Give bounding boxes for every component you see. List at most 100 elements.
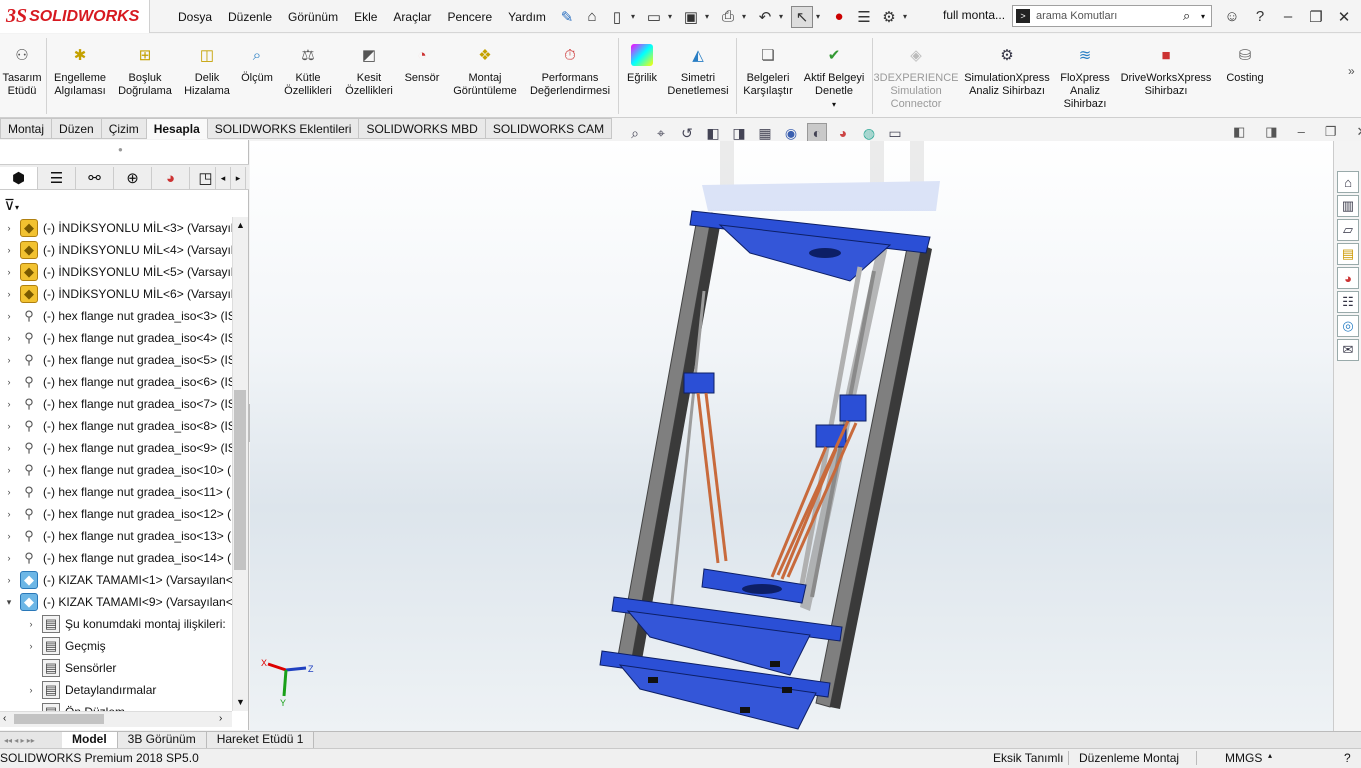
unit-system-selector[interactable]: MMGS: [1196, 751, 1262, 765]
task-pane-design-library-icon[interactable]: ▱: [1337, 219, 1359, 241]
tree-item[interactable]: › ◆ (-) KIZAK TAMAMI<1> (Varsayılan<: [0, 569, 232, 591]
expand-arrow-icon[interactable]: ›: [2, 443, 16, 453]
tree-filter-icon[interactable]: ⊽▾: [4, 196, 34, 214]
scroll-right-icon[interactable]: ›: [219, 713, 222, 724]
tree-item[interactable]: › ⚲ (-) hex flange nut gradea_iso<14> (: [0, 547, 232, 569]
tree-item[interactable]: › ⚲ (-) hex flange nut gradea_iso<4> (IS: [0, 327, 233, 349]
tree-item[interactable]: › ▤ Detaylandırmalar: [0, 679, 232, 701]
tab-cam[interactable]: SOLIDWORKS CAM: [485, 118, 613, 139]
tile-right-icon[interactable]: ◨: [1265, 124, 1277, 140]
task-pane-custom-properties-icon[interactable]: ☷: [1337, 291, 1359, 313]
save-dropdown-icon[interactable]: ▾: [705, 12, 714, 21]
restore-icon[interactable]: ❐: [1304, 8, 1328, 26]
tree-item[interactable]: › ▤ Geçmiş: [0, 635, 232, 657]
expand-arrow-icon[interactable]: ›: [2, 223, 16, 233]
new-document-icon[interactable]: ▯: [606, 6, 628, 28]
tab-mbd[interactable]: SOLIDWORKS MBD: [359, 118, 486, 139]
tree-item[interactable]: ▤Ön Düzlem: [0, 701, 232, 711]
task-pane-home-icon[interactable]: ⌂: [1337, 171, 1359, 193]
minimize-icon[interactable]: –: [1276, 8, 1300, 25]
expand-arrow-icon[interactable]: ›: [2, 245, 16, 255]
scroll-left-icon[interactable]: ‹: [3, 713, 6, 724]
edit-appearance-icon[interactable]: ◕: [833, 123, 853, 143]
task-pane-chat-icon[interactable]: ✉: [1337, 339, 1359, 361]
select-dropdown-icon[interactable]: ▾: [816, 12, 825, 21]
menu-file[interactable]: Dosya: [170, 10, 220, 24]
tree-item[interactable]: ▤ Sensörler: [0, 657, 232, 679]
expand-arrow-icon[interactable]: ›: [2, 267, 16, 277]
tree-item[interactable]: › ⚲ (-) hex flange nut gradea_iso<7> (IS: [0, 393, 233, 415]
viewport-restore-icon[interactable]: ❐: [1325, 124, 1337, 140]
menu-window[interactable]: Pencere: [439, 10, 500, 24]
menu-tools[interactable]: Araçlar: [385, 10, 439, 24]
mass-properties-button[interactable]: ⚖ Kütle Özellikleri: [282, 44, 334, 98]
menu-edit[interactable]: Düzenle: [220, 10, 280, 24]
tree-item[interactable]: › ▤ Şu konumdaki montaj ilişkileri:: [0, 613, 232, 635]
tree-item[interactable]: › ⚲ (-) hex flange nut gradea_iso<3> (IS: [0, 305, 233, 327]
units-dropdown-icon[interactable]: ▴: [1268, 751, 1272, 760]
active-check-dropdown-icon[interactable]: ▾: [832, 98, 836, 111]
new-dropdown-icon[interactable]: ▾: [631, 12, 640, 21]
tree-item[interactable]: › ◆ (-) İNDİKSYONLU MİL<6> (Varsayıla: [0, 283, 232, 305]
hide-show-items-icon[interactable]: ◐: [807, 123, 827, 143]
delta-printer-model[interactable]: [250, 141, 1333, 731]
expand-arrow-icon[interactable]: ›: [2, 531, 16, 541]
motion-study-button[interactable]: ⚇ Tasarım Etüdü: [2, 44, 42, 98]
options-gear-icon[interactable]: ⚙: [878, 6, 900, 28]
section-properties-button[interactable]: ◩ Kesit Özellikleri: [342, 44, 396, 98]
view-settings-icon[interactable]: ▭: [885, 123, 905, 143]
dimxpert-tab-icon[interactable]: ⊕: [114, 167, 152, 189]
undo-dropdown-icon[interactable]: ▾: [779, 12, 788, 21]
property-manager-tab-icon[interactable]: ☰: [38, 167, 76, 189]
tree-item[interactable]: › ⚲ (-) hex flange nut gradea_iso<10> (: [0, 459, 232, 481]
expand-arrow-icon[interactable]: ›: [2, 465, 16, 475]
expand-arrow-icon[interactable]: ›: [2, 311, 16, 321]
search-dropdown-icon[interactable]: ▾: [1201, 12, 1211, 21]
zoom-to-fit-icon[interactable]: ⌕: [625, 123, 645, 143]
tab-sketch[interactable]: Çizim: [101, 118, 147, 139]
open-folder-icon[interactable]: ▭: [643, 6, 665, 28]
print-icon[interactable]: ⎙: [717, 6, 739, 28]
tree-vertical-scroll-thumb[interactable]: [234, 390, 246, 570]
expand-arrow-icon[interactable]: ›: [2, 575, 16, 585]
clearance-verification-button[interactable]: ⊞ Boşluk Doğrulama: [114, 44, 176, 98]
tab-model[interactable]: Model: [62, 732, 118, 748]
expand-arrow-icon[interactable]: ›: [2, 487, 16, 497]
expand-arrow-icon[interactable]: ›: [2, 553, 16, 563]
scroll-down-icon[interactable]: ▼: [236, 697, 245, 707]
tab-assembly[interactable]: Montaj: [0, 118, 53, 139]
expand-arrow-icon[interactable]: ›: [24, 685, 38, 695]
curvature-button[interactable]: Eğrilik: [622, 44, 662, 85]
tree-item[interactable]: › ◆ (-) İNDİKSYONLU MİL<4> (Varsayıla: [0, 239, 232, 261]
expand-arrow-icon[interactable]: ›: [2, 421, 16, 431]
pin-icon[interactable]: ✎: [556, 6, 578, 28]
tab-nav-arrows-icon[interactable]: ◂◂ ◂ ▸ ▸▸: [0, 732, 62, 748]
tile-left-icon[interactable]: ◧: [1233, 124, 1245, 140]
task-pane-appearances-icon[interactable]: ◕: [1337, 267, 1359, 289]
tree-item[interactable]: › ⚲ (-) hex flange nut gradea_iso<13> (: [0, 525, 232, 547]
hole-alignment-button[interactable]: ◫ Delik Hizalama: [182, 44, 232, 98]
check-active-document-button[interactable]: ✔ Aktif Belgeyi Denetle ▾: [800, 44, 868, 111]
status-help-icon[interactable]: ?: [1344, 751, 1351, 765]
viewport-close-icon[interactable]: ✕: [1356, 124, 1361, 140]
costing-button[interactable]: ⛁ Costing: [1222, 44, 1268, 85]
graphics-area[interactable]: [250, 141, 1333, 731]
expand-arrow-icon[interactable]: ›: [2, 509, 16, 519]
tree-item[interactable]: › ⚲ (-) hex flange nut gradea_iso<11> (: [0, 481, 232, 503]
tree-item[interactable]: › ◆ (-) İNDİKSYONLU MİL<3> (Varsayıla: [0, 217, 232, 239]
tree-item[interactable]: › ⚲ (-) hex flange nut gradea_iso<12> (: [0, 503, 232, 525]
expand-arrow-icon[interactable]: ›: [2, 355, 16, 365]
save-icon[interactable]: ▣: [680, 6, 702, 28]
simulationxpress-button[interactable]: ⚙ SimulationXpress Analiz Sihirbazı: [960, 44, 1054, 98]
view-orientation-icon[interactable]: ▦: [755, 123, 775, 143]
compare-documents-button[interactable]: ❏ Belgeleri Karşılaştır: [740, 44, 796, 98]
menu-help[interactable]: Yardım: [500, 10, 554, 24]
expand-arrow-icon[interactable]: ›: [2, 399, 16, 409]
scroll-up-icon[interactable]: ▲: [236, 220, 245, 230]
tab-evaluate[interactable]: Hesapla: [146, 118, 208, 139]
display-manager-tab-icon[interactable]: ◕: [152, 167, 190, 189]
task-pane-file-explorer-icon[interactable]: ▤: [1337, 243, 1359, 265]
tab-layout[interactable]: Düzen: [52, 118, 102, 139]
user-icon[interactable]: ☺: [1220, 8, 1244, 25]
expand-arrow-icon[interactable]: ›: [2, 333, 16, 343]
